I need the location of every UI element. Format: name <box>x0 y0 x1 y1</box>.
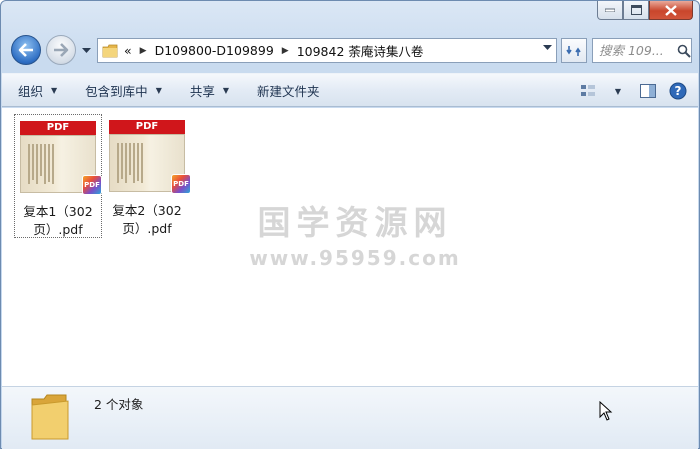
mouse-cursor-icon <box>599 401 613 421</box>
view-dropdown[interactable]: ▼ <box>606 80 630 102</box>
item-count: 2 个对象 <box>94 397 144 412</box>
address-bar[interactable]: « ▶ D109800-D109899 ▶ 109842 荼庵诗集八卷 <box>97 38 557 63</box>
folder-icon <box>31 394 69 440</box>
back-arrow-icon <box>18 43 33 57</box>
change-view-button[interactable] <box>576 80 600 102</box>
maximize-icon <box>630 5 642 15</box>
pdf-thumbnail: PDF PDF <box>20 121 102 197</box>
share-label: 共享 <box>189 83 215 99</box>
file-item[interactable]: PDF PDF 复本2（302 页）.pdf <box>104 114 192 238</box>
watermark-title: 国学资源网 <box>257 203 453 242</box>
include-library-label: 包含到库中 <box>85 83 148 99</box>
chevron-down-icon: ▼ <box>222 85 230 95</box>
recent-pages-dropdown[interactable] <box>80 45 92 57</box>
breadcrumb-item[interactable]: 109842 荼庵诗集八卷 <box>297 41 424 60</box>
breadcrumb-overflow[interactable]: « <box>124 43 132 58</box>
file-name-line: 页）.pdf <box>33 222 83 237</box>
back-button[interactable] <box>11 35 41 65</box>
pdf-badge-icon: PDF <box>171 174 191 194</box>
chevron-down-icon: ▼ <box>155 85 162 95</box>
forward-button[interactable] <box>46 35 76 65</box>
address-dropdown-icon[interactable] <box>543 45 552 51</box>
watermark: 国学资源网 www.95959.com <box>240 196 470 270</box>
help-icon: ? <box>669 82 687 100</box>
pdf-badge-icon: PDF <box>82 175 102 195</box>
file-item[interactable]: PDF PDF 复本1（302 页）.pdf <box>14 114 102 238</box>
svg-text:?: ? <box>675 84 682 98</box>
caption-buttons <box>597 1 693 20</box>
explorer-window: « ▶ D109800-D109899 ▶ 109842 荼庵诗集八卷 组织 ▼ <box>0 0 700 449</box>
scan-text-pattern <box>117 143 143 183</box>
refresh-icon <box>566 45 581 56</box>
file-list-area[interactable]: 国学资源网 www.95959.com PDF PDF 复本1（302 页）.p… <box>2 108 698 386</box>
pdf-band: PDF <box>109 120 185 134</box>
help-button[interactable]: ? <box>666 80 690 102</box>
chevron-down-icon: ▼ <box>614 86 622 96</box>
preview-pane-icon <box>640 84 656 98</box>
maximize-button[interactable] <box>623 1 649 20</box>
details-pane: 2 个对象 <box>2 386 698 449</box>
chevron-down-icon <box>81 48 91 53</box>
watermark-url: www.95959.com <box>249 246 461 270</box>
new-folder-button[interactable]: 新建文件夹 <box>241 74 332 106</box>
breadcrumb-item[interactable]: D109800-D109899 <box>155 43 274 58</box>
file-name-line: 页）.pdf <box>122 221 172 236</box>
navigation-row: « ▶ D109800-D109899 ▶ 109842 荼庵诗集八卷 <box>9 34 692 68</box>
view-options-icon <box>581 85 595 96</box>
search-box[interactable] <box>592 38 692 63</box>
command-bar: 组织 ▼ 包含到库中 ▼ 共享 ▼ 新建文件夹 ▼ ? <box>2 73 698 107</box>
file-name: 复本2（302 页）.pdf <box>104 202 190 238</box>
refresh-button[interactable] <box>561 38 587 63</box>
share-menu[interactable]: 共享 ▼ <box>174 74 241 106</box>
close-button[interactable] <box>649 1 693 20</box>
file-name-line: 复本2（302 <box>112 203 182 218</box>
file-name-line: 复本1（302 <box>23 204 93 219</box>
close-icon <box>665 4 677 16</box>
view-controls: ▼ ? <box>570 80 690 102</box>
organize-menu[interactable]: 组织 ▼ <box>2 74 69 106</box>
folder-icon <box>102 44 118 57</box>
file-name: 复本1（302 页）.pdf <box>15 203 101 239</box>
search-icon[interactable] <box>677 44 691 58</box>
forward-arrow-icon <box>54 43 69 57</box>
scan-text-pattern <box>28 144 54 184</box>
preview-pane-button[interactable] <box>636 80 660 102</box>
organize-label: 组织 <box>18 83 44 99</box>
pdf-band: PDF <box>20 121 96 135</box>
minimize-button[interactable] <box>597 1 623 20</box>
minimize-icon <box>605 8 615 12</box>
breadcrumb-separator-icon[interactable]: ▶ <box>140 46 147 56</box>
new-folder-label: 新建文件夹 <box>257 83 320 99</box>
breadcrumb-separator-icon[interactable]: ▶ <box>282 46 289 56</box>
search-input[interactable] <box>599 43 675 58</box>
pdf-thumbnail: PDF PDF <box>109 120 191 196</box>
chevron-down-icon: ▼ <box>51 85 58 95</box>
include-in-library-menu[interactable]: 包含到库中 ▼ <box>69 74 174 106</box>
